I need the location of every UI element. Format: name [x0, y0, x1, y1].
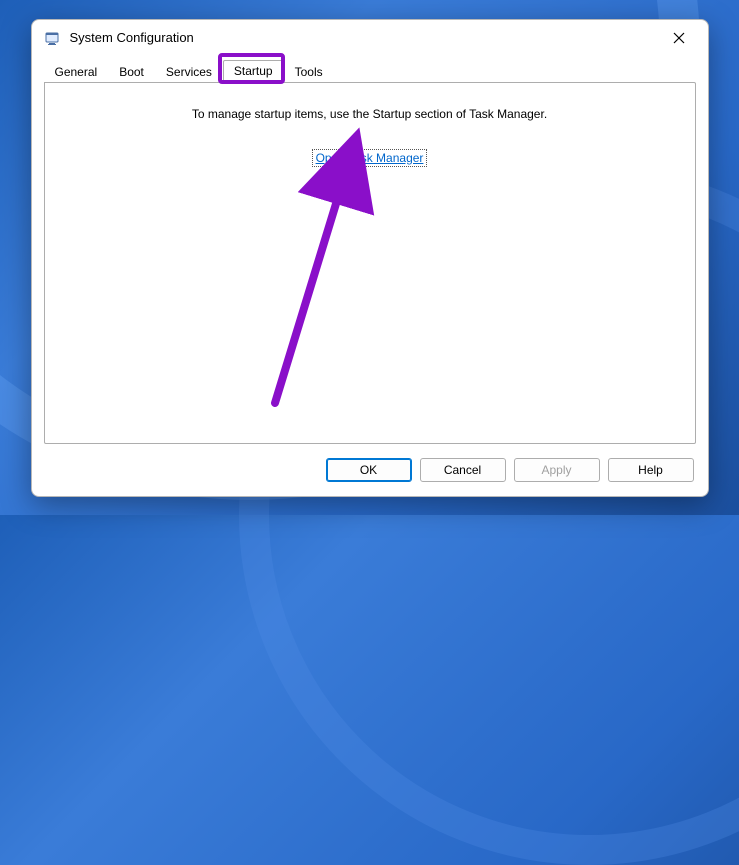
tab-services[interactable]: Services: [155, 61, 223, 83]
tab-content: To manage startup items, use the Startup…: [44, 82, 696, 444]
help-button[interactable]: Help: [608, 458, 694, 482]
window-title: System Configuration: [70, 30, 658, 45]
instruction-text: To manage startup items, use the Startup…: [65, 107, 675, 121]
cancel-button[interactable]: Cancel: [420, 458, 506, 482]
tab-tools[interactable]: Tools: [284, 61, 334, 83]
dialog-buttons: OK Cancel Apply Help: [32, 452, 708, 496]
apply-button[interactable]: Apply: [514, 458, 600, 482]
titlebar: System Configuration: [32, 20, 708, 56]
tab-bar: General Boot Services Startup Tools: [44, 58, 696, 82]
tab-startup[interactable]: Startup: [223, 60, 284, 83]
tab-boot[interactable]: Boot: [108, 61, 155, 83]
tab-general[interactable]: General: [44, 61, 109, 83]
system-configuration-dialog: System Configuration General Boot Servic…: [31, 19, 709, 497]
close-button[interactable]: [658, 23, 700, 53]
ok-button[interactable]: OK: [326, 458, 412, 482]
app-icon: [44, 29, 62, 47]
open-task-manager-link[interactable]: Open Task Manager: [314, 151, 426, 165]
annotation-arrow: [45, 83, 685, 444]
